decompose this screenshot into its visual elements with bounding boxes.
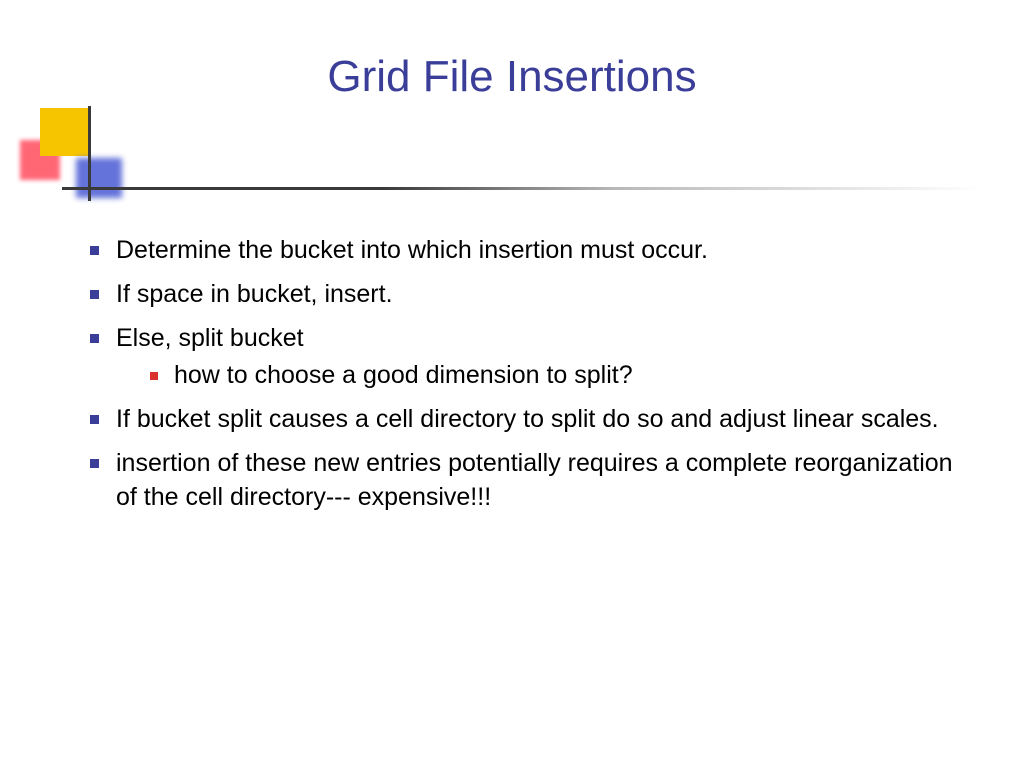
slide-title: Grid File Insertions <box>0 0 1024 102</box>
sub-bullet-list: how to choose a good dimension to split? <box>116 359 976 393</box>
bullet-list: Determine the bucket into which insertio… <box>76 234 976 514</box>
blue-square-icon <box>76 158 122 198</box>
yellow-square-icon <box>40 108 88 156</box>
slide-decoration <box>20 108 140 208</box>
list-item: Else, split bucket how to choose a good … <box>76 322 976 394</box>
slide-content: Determine the bucket into which insertio… <box>76 234 976 524</box>
sub-list-item: how to choose a good dimension to split? <box>116 359 976 393</box>
list-item-text: Else, split bucket <box>116 324 304 352</box>
list-item: If space in bucket, insert. <box>76 278 976 312</box>
list-item: insertion of these new entries potential… <box>76 447 976 515</box>
list-item: Determine the bucket into which insertio… <box>76 234 976 268</box>
list-item: If bucket split causes a cell directory … <box>76 403 976 437</box>
horizontal-divider <box>62 187 982 190</box>
